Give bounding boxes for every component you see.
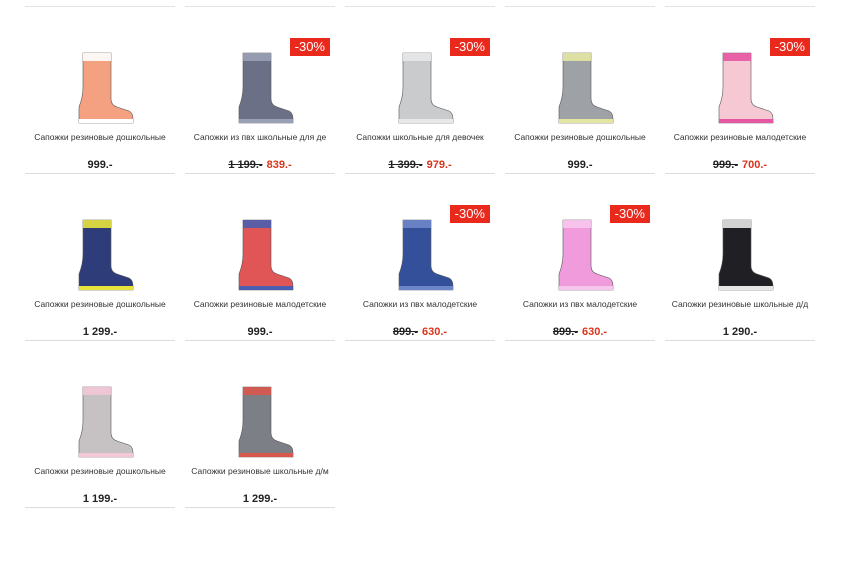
product-card[interactable]: Сапожки резиновые дошкольные 1 299.- xyxy=(25,174,175,341)
old-price: 1 399.- xyxy=(388,159,423,171)
product-name[interactable]: Сапожки резиновые дошкольные xyxy=(25,466,175,476)
product-name[interactable]: Сапожки из пвх школьные для де xyxy=(185,132,335,142)
product-card[interactable]: -30% Сапожки школьные для девочек 1 399.- 9… xyxy=(345,7,495,174)
product-name[interactable]: Сапожки резиновые дошкольные xyxy=(505,132,655,142)
product-name[interactable]: Сапожки резиновые малодетские xyxy=(665,132,815,142)
regular-price: 999.- xyxy=(87,159,113,171)
regular-price: 1 290.- xyxy=(722,326,758,338)
product-price: 999.- 700.- xyxy=(665,159,815,171)
boot-icon xyxy=(718,219,774,291)
sale-price: 839.- xyxy=(266,159,292,171)
card-divider xyxy=(25,507,175,508)
product-name[interactable]: Сапожки резиновые малодетские xyxy=(185,299,335,309)
regular-price: 1 299.- xyxy=(242,493,278,505)
boot-icon xyxy=(78,219,134,291)
card-divider xyxy=(505,340,655,341)
old-price: 899.- xyxy=(552,326,578,338)
boot-icon xyxy=(558,219,614,291)
product-card[interactable]: -30% Сапожки из пвх школьные для де 1 199.… xyxy=(185,7,335,174)
discount-badge: -30% xyxy=(449,38,490,56)
product-card[interactable]: -30% Сапожки из пвх малодетские 899.- 630.- xyxy=(345,174,495,341)
product-card[interactable]: Сапожки резиновые дошкольные 1 199.- xyxy=(25,341,175,508)
product-price: 1 299.- xyxy=(185,493,335,505)
product-price: 999.- xyxy=(505,159,655,171)
card-divider xyxy=(185,507,335,508)
product-card[interactable]: Сапожки резиновые школьные д/м 1 299.- xyxy=(185,341,335,508)
product-card[interactable]: Сапожки резиновые дошкольные 999.- xyxy=(25,7,175,174)
product-price: 1 199.- xyxy=(25,493,175,505)
product-card[interactable]: Сапожки резиновые школьные д/д 1 290.- xyxy=(665,174,815,341)
sale-price: 979.- xyxy=(426,159,452,171)
product-price: 1 399.- 979.- xyxy=(345,159,495,171)
boot-icon xyxy=(78,386,134,458)
boot-icon xyxy=(238,52,294,124)
product-name[interactable]: Сапожки школьные для девочек xyxy=(345,132,495,142)
boot-icon xyxy=(398,219,454,291)
product-image[interactable] xyxy=(505,37,655,127)
product-name[interactable]: Сапожки резиновые школьные д/м xyxy=(185,466,335,476)
discount-badge: -30% xyxy=(769,38,810,56)
card-divider xyxy=(665,340,815,341)
old-price: 1 199.- xyxy=(228,159,263,171)
sale-price: 700.- xyxy=(742,159,768,171)
regular-price: 999.- xyxy=(567,159,593,171)
boot-icon xyxy=(238,386,294,458)
product-price: 899.- 630.- xyxy=(505,326,655,338)
discount-badge: -30% xyxy=(289,38,330,56)
regular-price: 1 199.- xyxy=(82,493,118,505)
old-price: 999.- xyxy=(712,159,738,171)
sale-price: 630.- xyxy=(582,326,608,338)
card-divider xyxy=(345,340,495,341)
old-price: 899.- xyxy=(392,326,418,338)
product-image[interactable] xyxy=(185,371,335,461)
product-name[interactable]: Сапожки из пвх малодетские xyxy=(505,299,655,309)
product-name[interactable]: Сапожки резиновые дошкольные xyxy=(25,132,175,142)
sale-price: 630.- xyxy=(422,326,448,338)
regular-price: 1 299.- xyxy=(82,326,118,338)
product-image[interactable] xyxy=(665,204,815,294)
product-card[interactable]: -30% Сапожки из пвх малодетские 899.- 630.- xyxy=(505,174,655,341)
product-image[interactable] xyxy=(185,204,335,294)
product-price: 1 199.- 839.- xyxy=(185,159,335,171)
discount-badge: -30% xyxy=(449,205,490,223)
product-card[interactable]: -30% Сапожки резиновые малодетские 999.- 70… xyxy=(665,7,815,174)
product-price: 1 290.- xyxy=(665,326,815,338)
regular-price: 999.- xyxy=(247,326,273,338)
product-image[interactable] xyxy=(25,371,175,461)
product-price: 999.- xyxy=(185,326,335,338)
boot-icon xyxy=(558,52,614,124)
boot-icon xyxy=(718,52,774,124)
product-name[interactable]: Сапожки из пвх малодетские xyxy=(345,299,495,309)
product-price: 999.- xyxy=(25,159,175,171)
product-price: 1 299.- xyxy=(25,326,175,338)
product-name[interactable]: Сапожки резиновые школьные д/д xyxy=(665,299,815,309)
product-price: 899.- 630.- xyxy=(345,326,495,338)
boot-icon xyxy=(238,219,294,291)
boot-icon xyxy=(398,52,454,124)
product-name[interactable]: Сапожки резиновые дошкольные xyxy=(25,299,175,309)
product-image[interactable] xyxy=(25,204,175,294)
product-card[interactable]: Сапожки резиновые малодетские 999.- xyxy=(185,174,335,341)
product-image[interactable] xyxy=(25,37,175,127)
product-card[interactable]: Сапожки резиновые дошкольные 999.- xyxy=(505,7,655,174)
boot-icon xyxy=(78,52,134,124)
discount-badge: -30% xyxy=(609,205,650,223)
